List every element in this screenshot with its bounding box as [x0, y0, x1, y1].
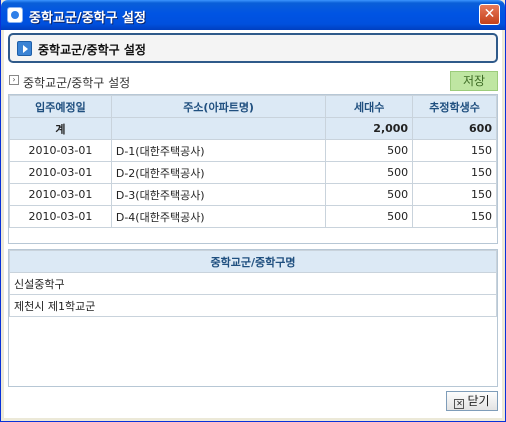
cell-address: D-4(대한주택공사) [110, 205, 327, 228]
window-close-button[interactable]: ✕ [479, 4, 500, 25]
dialog-window: 중학교군/중학구 설정 ✕ 중학교군/중학구 설정 › 중학교군/중학구 설정 … [0, 0, 506, 422]
close-button[interactable]: ✕ 닫기 [446, 391, 498, 411]
page-header: 중학교군/중학구 설정 [8, 33, 498, 63]
cell-students: 150 [412, 183, 497, 206]
district-name: 신설중학구 [9, 272, 497, 295]
page-title: 중학교군/중학구 설정 [38, 43, 146, 57]
table-row[interactable]: 2010-03-01 D-3(대한주택공사) 500 150 [9, 183, 497, 206]
col-estimated-students[interactable]: 추정학생수 [412, 95, 497, 118]
col-households[interactable]: 세대수 [325, 95, 414, 118]
cell-households: 500 [325, 205, 414, 228]
arrow-right-icon [17, 41, 32, 56]
table-row[interactable]: 2010-03-01 D-2(대한주택공사) 500 150 [9, 161, 497, 184]
cell-students: 150 [412, 139, 497, 162]
title-bar[interactable]: 중학교군/중학구 설정 ✕ [1, 0, 505, 30]
dialog-footer: ✕ 닫기 [8, 390, 498, 414]
section-title: 중학교군/중학구 설정 [23, 76, 131, 90]
cell-date: 2010-03-01 [9, 139, 112, 162]
cell-households: 500 [325, 183, 414, 206]
app-icon [7, 7, 23, 23]
arrow-right-small-icon: › [9, 75, 19, 85]
close-button-label: 닫기 [467, 394, 490, 408]
summary-students: 600 [412, 117, 497, 140]
table-row[interactable]: 2010-03-01 D-1(대한주택공사) 500 150 [9, 139, 497, 162]
apartment-table: 입주예정일 주소(아파트명) 세대수 추정학생수 계 2,000 600 201… [9, 95, 497, 228]
cell-address: D-2(대한주택공사) [110, 161, 327, 184]
window-title: 중학교군/중학구 설정 [29, 11, 146, 26]
dialog-content: 중학교군/중학구 설정 › 중학교군/중학구 설정 저장 입주예정일 주소(아파… [4, 30, 502, 418]
cell-households: 500 [325, 139, 414, 162]
table-header-row: 중학교군/중학구명 [9, 250, 497, 273]
save-button[interactable]: 저장 [450, 71, 498, 91]
cell-students: 150 [412, 161, 497, 184]
close-icon: ✕ [454, 399, 465, 409]
summary-row: 계 2,000 600 [9, 117, 497, 140]
table-header-row: 입주예정일 주소(아파트명) 세대수 추정학생수 [9, 95, 497, 118]
col-district-name[interactable]: 중학교군/중학구명 [9, 250, 497, 273]
cell-date: 2010-03-01 [9, 183, 112, 206]
col-move-in-date[interactable]: 입주예정일 [9, 95, 112, 118]
district-grid: 중학교군/중학구명 신설중학구 제천시 제1학교군 [8, 249, 498, 387]
summary-label: 계 [9, 117, 112, 140]
section-header: › 중학교군/중학구 설정 저장 [8, 71, 498, 91]
district-table: 중학교군/중학구명 신설중학구 제천시 제1학교군 [9, 250, 497, 317]
col-address[interactable]: 주소(아파트명) [110, 95, 327, 118]
cell-date: 2010-03-01 [9, 161, 112, 184]
summary-address [110, 117, 327, 140]
cell-households: 500 [325, 161, 414, 184]
cell-address: D-3(대한주택공사) [110, 183, 327, 206]
summary-households: 2,000 [325, 117, 414, 140]
cell-date: 2010-03-01 [9, 205, 112, 228]
cell-students: 150 [412, 205, 497, 228]
list-item[interactable]: 신설중학구 [9, 272, 497, 295]
table-row[interactable]: 2010-03-01 D-4(대한주택공사) 500 150 [9, 205, 497, 228]
cell-address: D-1(대한주택공사) [110, 139, 327, 162]
list-item[interactable]: 제천시 제1학교군 [9, 294, 497, 317]
apartment-grid: 입주예정일 주소(아파트명) 세대수 추정학생수 계 2,000 600 201… [8, 94, 498, 244]
district-name: 제천시 제1학교군 [9, 294, 497, 317]
